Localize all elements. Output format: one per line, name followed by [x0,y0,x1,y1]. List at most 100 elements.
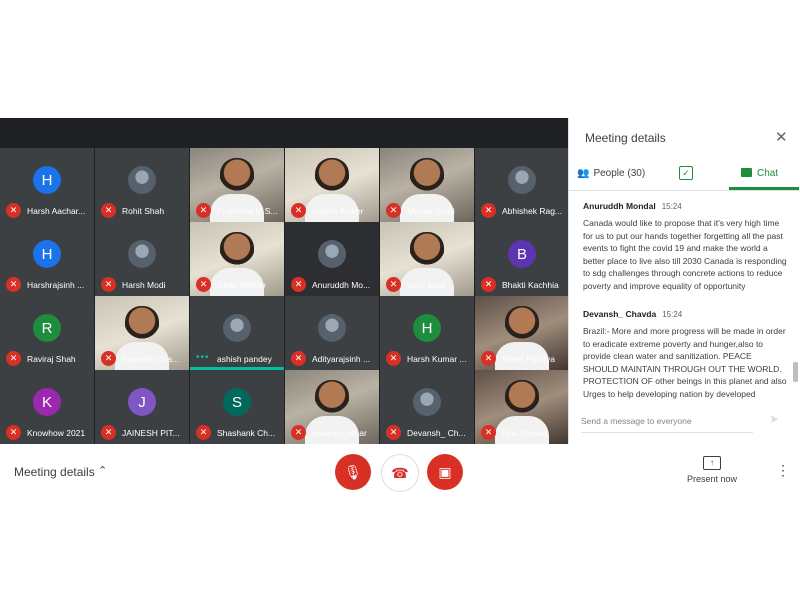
participant-name: Ishan Mohite [217,280,266,290]
mic-off-icon: ✕ [101,277,116,292]
participant-tile[interactable]: K ✕ Knowhow 2021 [0,370,94,444]
participant-name: Knowhow 2021 [27,428,86,438]
people-icon: 👥 [577,168,590,179]
participant-name: JAINESH PIT... [122,428,180,438]
mic-off-icon: ✕ [291,351,306,366]
participant-tile[interactable]: ✕ Sheel Pandya [475,296,569,370]
active-tab-indicator [729,187,799,190]
chevron-up-icon[interactable]: ⌃ [98,464,107,477]
mic-off-icon: ✕ [196,203,211,218]
participant-name: Anuruddh Mo... [312,280,371,290]
panel-title: Meeting details [585,131,666,145]
send-icon[interactable]: ➤ [769,412,779,426]
participant-tile[interactable]: ✕ Abhishek Rag... [475,148,569,222]
participant-tile[interactable]: ✕ Devansh_ Ch... [380,370,474,444]
participant-tile[interactable]: R ✕ Raviraj Shah [0,296,94,370]
video-feed [315,158,349,200]
avatar: H [33,240,61,268]
present-now-button[interactable]: ↑ Present now [680,452,744,484]
avatar: H [33,166,61,194]
participant-tile[interactable]: ✕ Adityarajsinh ... [285,296,379,370]
mic-off-icon: ✕ [6,203,21,218]
more-vert-icon[interactable]: ⋮ [776,462,790,479]
leave-call-button[interactable]: ☎ [381,454,419,492]
participant-tile[interactable]: ✕ Manav Joshi [380,148,474,222]
participant-name: aastha thaker [312,206,364,216]
mic-off-icon: 🎙 [344,463,362,480]
participant-tile[interactable]: H ✕ Harshrajsinh ... [0,222,94,296]
participant-name: Shashank Ch... [217,428,276,438]
video-feed [505,380,539,422]
participant-tile[interactable]: ✕ Ishan Mohite [190,222,284,296]
participant-name: Isha Prasad [502,428,548,438]
video-feed [125,306,159,348]
camera-toggle-button[interactable]: ▣ [427,454,463,490]
participant-name: swayam jathar [312,428,367,438]
message-sender: Anuruddh Mondal [583,201,656,211]
avatar: S [223,388,251,416]
mic-off-icon: ✕ [6,277,21,292]
avatar [508,166,536,194]
mic-toggle-button[interactable]: 🎙 [335,454,371,490]
participant-tile[interactable]: J ✕ JAINESH PIT... [95,370,189,444]
mic-off-icon: ✕ [6,351,21,366]
mic-off-icon: ✕ [101,425,116,440]
check-icon[interactable]: ✓ [679,166,693,180]
participant-tile[interactable]: ✕ swayam jathar [285,370,379,444]
message-text: Brazil:- More and more progress will be … [583,326,787,399]
video-feed [505,306,539,348]
participant-tile[interactable]: S ✕ Shashank Ch... [190,370,284,444]
meeting-details-panel: Meeting details ✕ 👥 People (30) ✓ Chat An… [568,118,800,444]
participant-tile[interactable]: B ✕ Bhakti Kachhia [475,222,569,296]
participant-tile[interactable]: ✕ Rohit Shah [95,148,189,222]
avatar [128,240,156,268]
hang-up-icon: ☎ [391,464,409,481]
avatar [223,314,251,342]
participant-grid: H ✕ Harsh Aachar... ✕ Rohit Shah ✕ Prathviraj … [0,148,569,444]
participant-tile[interactable]: ✕ Saurabh Cha... [95,296,189,370]
mic-off-icon: ✕ [101,351,116,366]
video-feed [410,158,444,200]
participant-name: ketul patel [407,280,446,290]
participant-name: Rohit Shah [122,206,165,216]
participant-tile[interactable]: ••• ashish pandey [190,296,284,370]
tab-chat[interactable]: Chat [741,168,778,179]
participant-tile[interactable]: H ✕ Harsh Kumar ... [380,296,474,370]
mic-off-icon: ✕ [6,425,21,440]
participant-name: ashish pandey [217,354,272,364]
chat-scrollbar[interactable] [793,362,798,382]
participant-name: Saurabh Cha... [122,354,180,364]
message-text: Canada would like to propose that it's v… [583,218,787,291]
mic-off-icon: ✕ [196,277,211,292]
participant-tile[interactable]: ✕ Anuruddh Mo... [285,222,379,296]
tab-people-label: People (30) [593,168,646,179]
participant-tile[interactable]: ✕ ketul patel [380,222,474,296]
participant-tile[interactable]: H ✕ Harsh Aachar... [0,148,94,222]
bottom-control-bar: Meeting details ⌃ 🎙 ☎ ▣ ↑ Present now ⋮ [0,444,800,500]
participant-tile[interactable]: ✕ aastha thaker [285,148,379,222]
message-time: 15:24 [661,202,682,211]
participant-tile[interactable]: ✕ Isha Prasad [475,370,569,444]
present-now-label: Present now [686,474,738,484]
participant-name: Harsh Aachar... [27,206,86,216]
participant-name: Adityarajsinh ... [312,354,371,364]
speaking-indicator-icon: ••• [196,352,210,363]
avatar [413,388,441,416]
camera-off-icon: ▣ [438,463,452,480]
video-feed [410,232,444,274]
meeting-details-button[interactable]: Meeting details [14,465,95,479]
video-area-top-strip [0,118,568,148]
chat-input[interactable]: Send a message to everyone [581,416,692,426]
mic-off-icon: ✕ [386,203,401,218]
tab-people[interactable]: 👥 People (30) [577,168,645,179]
mic-off-icon: ✕ [481,351,496,366]
mic-off-icon: ✕ [481,203,496,218]
mic-off-icon: ✕ [386,425,401,440]
participant-name: Harsh Kumar ... [407,354,467,364]
participant-tile[interactable]: ✕ Harsh Modi [95,222,189,296]
participant-name: Devansh_ Ch... [407,428,466,438]
participant-name: Raviraj Shah [27,354,76,364]
avatar: J [128,388,156,416]
close-icon[interactable]: ✕ [775,128,788,146]
participant-tile[interactable]: ✕ Prathviraj M S... [190,148,284,222]
